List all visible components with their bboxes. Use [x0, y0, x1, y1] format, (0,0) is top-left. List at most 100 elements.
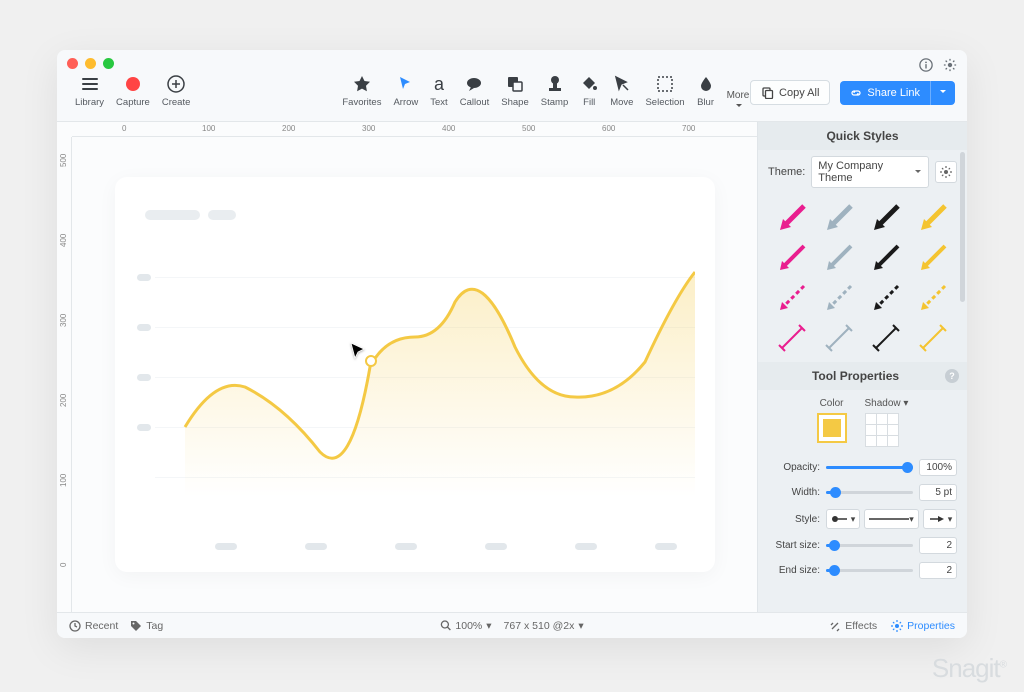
label: Library	[75, 97, 104, 108]
selection-tool[interactable]: Selection	[639, 74, 690, 108]
label: Blur	[697, 97, 714, 108]
style-preset[interactable]	[768, 198, 815, 238]
width-value[interactable]: 5 pt	[919, 484, 957, 501]
style-preset[interactable]	[910, 238, 957, 278]
style-preset[interactable]	[768, 318, 815, 358]
capture-button[interactable]: Capture	[110, 74, 156, 108]
label: Create	[162, 97, 191, 108]
effects-button[interactable]: Effects	[829, 620, 877, 632]
share-dropdown[interactable]	[930, 81, 955, 105]
endsize-label: End size:	[768, 565, 820, 576]
maximize-icon[interactable]	[103, 58, 114, 69]
style-preset[interactable]	[910, 198, 957, 238]
toolbar: Library Capture Create Favorites Arrow a…	[57, 68, 967, 122]
style-label: Style:	[768, 514, 820, 525]
label: Stamp	[541, 97, 568, 108]
style-preset[interactable]	[768, 238, 815, 278]
callout-tool[interactable]: Callout	[454, 74, 496, 108]
style-preset[interactable]	[863, 278, 910, 318]
right-panel: Quick Styles Theme: My Company Theme Too…	[757, 122, 967, 612]
quick-styles-header: Quick Styles	[758, 122, 967, 150]
style-preset[interactable]	[863, 198, 910, 238]
watermark: Snagit®	[932, 653, 1006, 684]
label: Text	[430, 97, 447, 108]
stamp-tool[interactable]: Stamp	[535, 74, 574, 108]
tool-props-header: Tool Properties?	[758, 362, 967, 390]
endsize-value[interactable]: 2	[919, 562, 957, 579]
chart-card	[115, 177, 715, 572]
opacity-label: Opacity:	[768, 462, 820, 473]
style-preset[interactable]	[910, 278, 957, 318]
shadow-label: Shadow ▾	[865, 398, 909, 409]
ruler-horizontal: 010020030040050060070080	[72, 122, 757, 137]
more-button[interactable]: More	[727, 90, 750, 101]
label: Copy All	[779, 87, 819, 99]
app-window: Library Capture Create Favorites Arrow a…	[57, 50, 967, 638]
style-preset[interactable]	[863, 238, 910, 278]
label: Callout	[460, 97, 490, 108]
startsize-label: Start size:	[768, 540, 820, 551]
chart	[155, 277, 695, 532]
width-label: Width:	[768, 487, 820, 498]
help-icon[interactable]: ?	[945, 369, 959, 383]
theme-label: Theme:	[768, 166, 805, 178]
minimize-icon[interactable]	[85, 58, 96, 69]
shadow-picker[interactable]	[865, 413, 899, 447]
titlebar	[57, 50, 967, 68]
create-button[interactable]: Create	[156, 74, 197, 108]
tag-button[interactable]: Tag	[130, 620, 163, 632]
favorites-button[interactable]: Favorites	[336, 74, 387, 108]
label: Capture	[116, 97, 150, 108]
label: Selection	[645, 97, 684, 108]
style-preset[interactable]	[815, 238, 862, 278]
end-cap-select[interactable]: ▾	[923, 509, 957, 529]
close-icon[interactable]	[67, 58, 78, 69]
startsize-value[interactable]: 2	[919, 537, 957, 554]
width-slider[interactable]	[826, 491, 913, 494]
chart-line	[155, 257, 695, 497]
opacity-slider[interactable]	[826, 466, 913, 469]
color-swatch[interactable]	[817, 413, 847, 443]
copy-all-button[interactable]: Copy All	[750, 80, 830, 105]
color-label: Color	[817, 398, 847, 409]
style-preset[interactable]	[815, 318, 862, 358]
label: Favorites	[342, 97, 381, 108]
label: Move	[610, 97, 633, 108]
zoom-display[interactable]: 100% ▾	[440, 620, 491, 632]
line-style-select[interactable]: ▾	[864, 509, 919, 529]
shape-tool[interactable]: Shape	[495, 74, 534, 108]
share-link-button[interactable]: Share Link	[840, 81, 955, 105]
style-preset[interactable]	[815, 278, 862, 318]
style-preset[interactable]	[768, 278, 815, 318]
style-preset[interactable]	[910, 318, 957, 358]
canvas-area: 010020030040050060070080 500400300200100…	[57, 122, 757, 612]
label: Arrow	[393, 97, 418, 108]
style-preset[interactable]	[815, 198, 862, 238]
cursor-icon	[350, 342, 366, 367]
endsize-slider[interactable]	[826, 569, 913, 572]
arrow-tool[interactable]: Arrow	[387, 74, 424, 108]
theme-settings-button[interactable]	[935, 161, 957, 183]
chart-marker[interactable]	[365, 355, 377, 367]
start-cap-select[interactable]: ▾	[826, 509, 860, 529]
startsize-slider[interactable]	[826, 544, 913, 547]
statusbar: Recent Tag 100% ▾ 767 x 510 @2x ▾ Effect…	[57, 612, 967, 638]
properties-button[interactable]: Properties	[891, 620, 955, 632]
dimensions-display[interactable]: 767 x 510 @2x ▾	[504, 620, 584, 632]
canvas[interactable]	[72, 137, 757, 612]
scrollbar[interactable]	[960, 152, 965, 302]
label: Share Link	[867, 87, 920, 99]
ruler-vertical: 5004003002001000	[57, 137, 72, 612]
move-tool[interactable]: Move	[604, 74, 639, 108]
blur-tool[interactable]: Blur	[691, 74, 721, 108]
text-tool[interactable]: aText	[424, 74, 453, 108]
theme-select[interactable]: My Company Theme	[811, 156, 929, 188]
opacity-value[interactable]: 100%	[919, 459, 957, 476]
library-button[interactable]: Library	[69, 74, 110, 108]
style-preset[interactable]	[863, 318, 910, 358]
recent-button[interactable]: Recent	[69, 620, 118, 632]
fill-tool[interactable]: Fill	[574, 74, 604, 108]
label: Shape	[501, 97, 528, 108]
styles-grid	[758, 194, 967, 362]
label: Fill	[583, 97, 595, 108]
